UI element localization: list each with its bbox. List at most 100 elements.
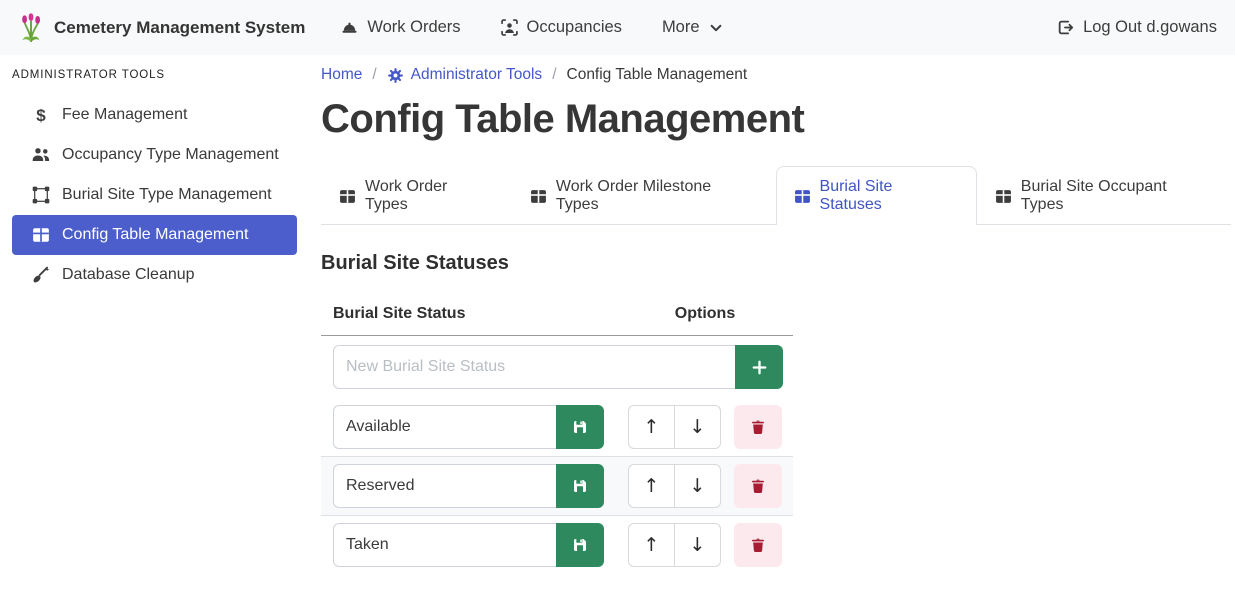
tab-bar: Work Order Types Work Order Milestone Ty… xyxy=(321,166,1231,225)
sidebar-item-label: Occupancy Type Management xyxy=(62,146,279,164)
move-up-button[interactable]: ↑ xyxy=(628,464,675,508)
save-status-button[interactable] xyxy=(556,405,604,449)
tab-burial-site-occupant-types[interactable]: Burial Site Occupant Types xyxy=(977,166,1231,225)
column-header-status: Burial Site Status xyxy=(321,295,617,335)
trash-icon xyxy=(750,537,766,553)
logout-icon xyxy=(1057,19,1074,36)
status-name-input[interactable] xyxy=(333,464,556,508)
table-icon xyxy=(30,226,52,244)
save-status-button[interactable] xyxy=(556,523,604,567)
sidebar-item-burial-site-type[interactable]: Burial Site Type Management xyxy=(12,175,297,215)
table-row: ↑ ↓ xyxy=(321,516,793,574)
arrow-up-icon: ↑ xyxy=(644,534,660,556)
table-icon xyxy=(339,188,356,205)
move-down-button[interactable]: ↓ xyxy=(674,523,721,567)
sidebar-item-label: Burial Site Type Management xyxy=(62,186,272,204)
nav-item-label: More xyxy=(662,18,700,37)
breadcrumb-home-link[interactable]: Home xyxy=(321,66,362,84)
breadcrumb-label: Administrator Tools xyxy=(411,66,543,84)
tab-work-order-milestone-types[interactable]: Work Order Milestone Types xyxy=(512,166,776,225)
sidebar-item-occupancy-type[interactable]: Occupancy Type Management xyxy=(12,135,297,175)
plus-icon xyxy=(751,359,768,376)
sidebar-item-database-cleanup[interactable]: Database Cleanup xyxy=(12,255,297,295)
sidebar-list: $ Fee Management Occupancy Type Manageme… xyxy=(0,95,310,295)
navbar-links: Work Orders Occupancies More xyxy=(341,18,722,37)
save-icon xyxy=(572,419,588,435)
save-icon xyxy=(572,478,588,494)
table-row: ↑ ↓ xyxy=(321,456,793,516)
column-header-options: Options xyxy=(617,295,793,335)
new-status-input[interactable] xyxy=(333,345,735,389)
delete-status-button[interactable] xyxy=(734,405,782,449)
arrow-down-icon: ↓ xyxy=(690,416,706,438)
breadcrumb-admin-tools-link[interactable]: Administrator Tools xyxy=(387,66,543,84)
brand-label: Cemetery Management System xyxy=(54,18,305,38)
reorder-group: ↑ ↓ xyxy=(628,405,721,449)
move-up-button[interactable]: ↑ xyxy=(628,523,675,567)
sidebar-heading: ADMINISTRATOR TOOLS xyxy=(0,63,310,81)
person-bounding-box-icon xyxy=(501,19,518,36)
tab-label: Work Order Types xyxy=(365,178,494,214)
save-icon xyxy=(572,537,588,553)
bounding-box-icon xyxy=(30,186,52,204)
table-icon xyxy=(530,188,547,205)
breadcrumb: Home / Administrator Tools / Config xyxy=(321,66,1231,84)
tab-burial-site-statuses[interactable]: Burial Site Statuses xyxy=(776,166,977,225)
move-up-button[interactable]: ↑ xyxy=(628,405,675,449)
main-content: Home / Administrator Tools / Config xyxy=(310,55,1235,591)
arrow-up-icon: ↑ xyxy=(644,475,660,497)
nav-item-work-orders[interactable]: Work Orders xyxy=(341,18,460,37)
burial-site-status-table: Burial Site Status Options xyxy=(321,295,793,574)
nav-item-label: Work Orders xyxy=(367,18,460,37)
delete-status-button[interactable] xyxy=(734,523,782,567)
reorder-group: ↑ ↓ xyxy=(628,464,721,508)
move-down-button[interactable]: ↓ xyxy=(674,405,721,449)
table-icon xyxy=(794,188,811,205)
breadcrumb-separator: / xyxy=(372,66,376,84)
dollar-icon: $ xyxy=(30,107,52,124)
sidebar-item-fee-management[interactable]: $ Fee Management xyxy=(12,95,297,135)
save-status-button[interactable] xyxy=(556,464,604,508)
table-row-new xyxy=(321,336,793,398)
arrow-down-icon: ↓ xyxy=(690,534,706,556)
breadcrumb-label: Home xyxy=(321,66,362,84)
nav-item-more[interactable]: More xyxy=(662,18,723,37)
app-brand[interactable]: Cemetery Management System xyxy=(18,13,305,43)
delete-status-button[interactable] xyxy=(734,464,782,508)
chevron-down-icon xyxy=(709,21,723,35)
tab-work-order-types[interactable]: Work Order Types xyxy=(321,166,512,225)
status-name-input[interactable] xyxy=(333,523,556,567)
broom-icon xyxy=(30,266,52,284)
logout-button[interactable]: Log Out d.gowans xyxy=(1057,18,1217,37)
reorder-group: ↑ ↓ xyxy=(628,523,721,567)
section-title: Burial Site Statuses xyxy=(321,252,1231,275)
sidebar-item-label: Fee Management xyxy=(62,106,187,124)
people-icon xyxy=(30,146,52,164)
move-down-button[interactable]: ↓ xyxy=(674,464,721,508)
sidebar-item-label: Database Cleanup xyxy=(62,266,195,284)
tab-label: Burial Site Occupant Types xyxy=(1021,178,1213,214)
sidebar-item-config-table[interactable]: Config Table Management xyxy=(12,215,297,255)
arrow-up-icon: ↑ xyxy=(644,416,660,438)
breadcrumb-current: Config Table Management xyxy=(567,66,748,84)
nav-item-occupancies[interactable]: Occupancies xyxy=(501,18,622,37)
tab-label: Burial Site Statuses xyxy=(820,178,959,214)
table-header-row: Burial Site Status Options xyxy=(321,295,793,336)
hard-hat-icon xyxy=(341,19,358,36)
logout-label: Log Out d.gowans xyxy=(1083,18,1217,37)
trash-icon xyxy=(750,419,766,435)
trash-icon xyxy=(750,478,766,494)
status-name-input[interactable] xyxy=(333,405,556,449)
arrow-down-icon: ↓ xyxy=(690,475,706,497)
table-row: ↑ ↓ xyxy=(321,398,793,456)
sidebar: ADMINISTRATOR TOOLS $ Fee Management Occ… xyxy=(0,55,310,591)
table-icon xyxy=(995,188,1012,205)
sidebar-item-label: Config Table Management xyxy=(62,226,249,244)
breadcrumb-separator: / xyxy=(552,66,556,84)
tulip-logo-icon xyxy=(18,13,44,43)
add-status-button[interactable] xyxy=(735,345,783,389)
top-navbar: Cemetery Management System Work Orders O… xyxy=(0,0,1235,55)
page-title: Config Table Management xyxy=(321,97,1231,142)
nav-item-label: Occupancies xyxy=(527,18,622,37)
gear-icon xyxy=(387,67,404,84)
